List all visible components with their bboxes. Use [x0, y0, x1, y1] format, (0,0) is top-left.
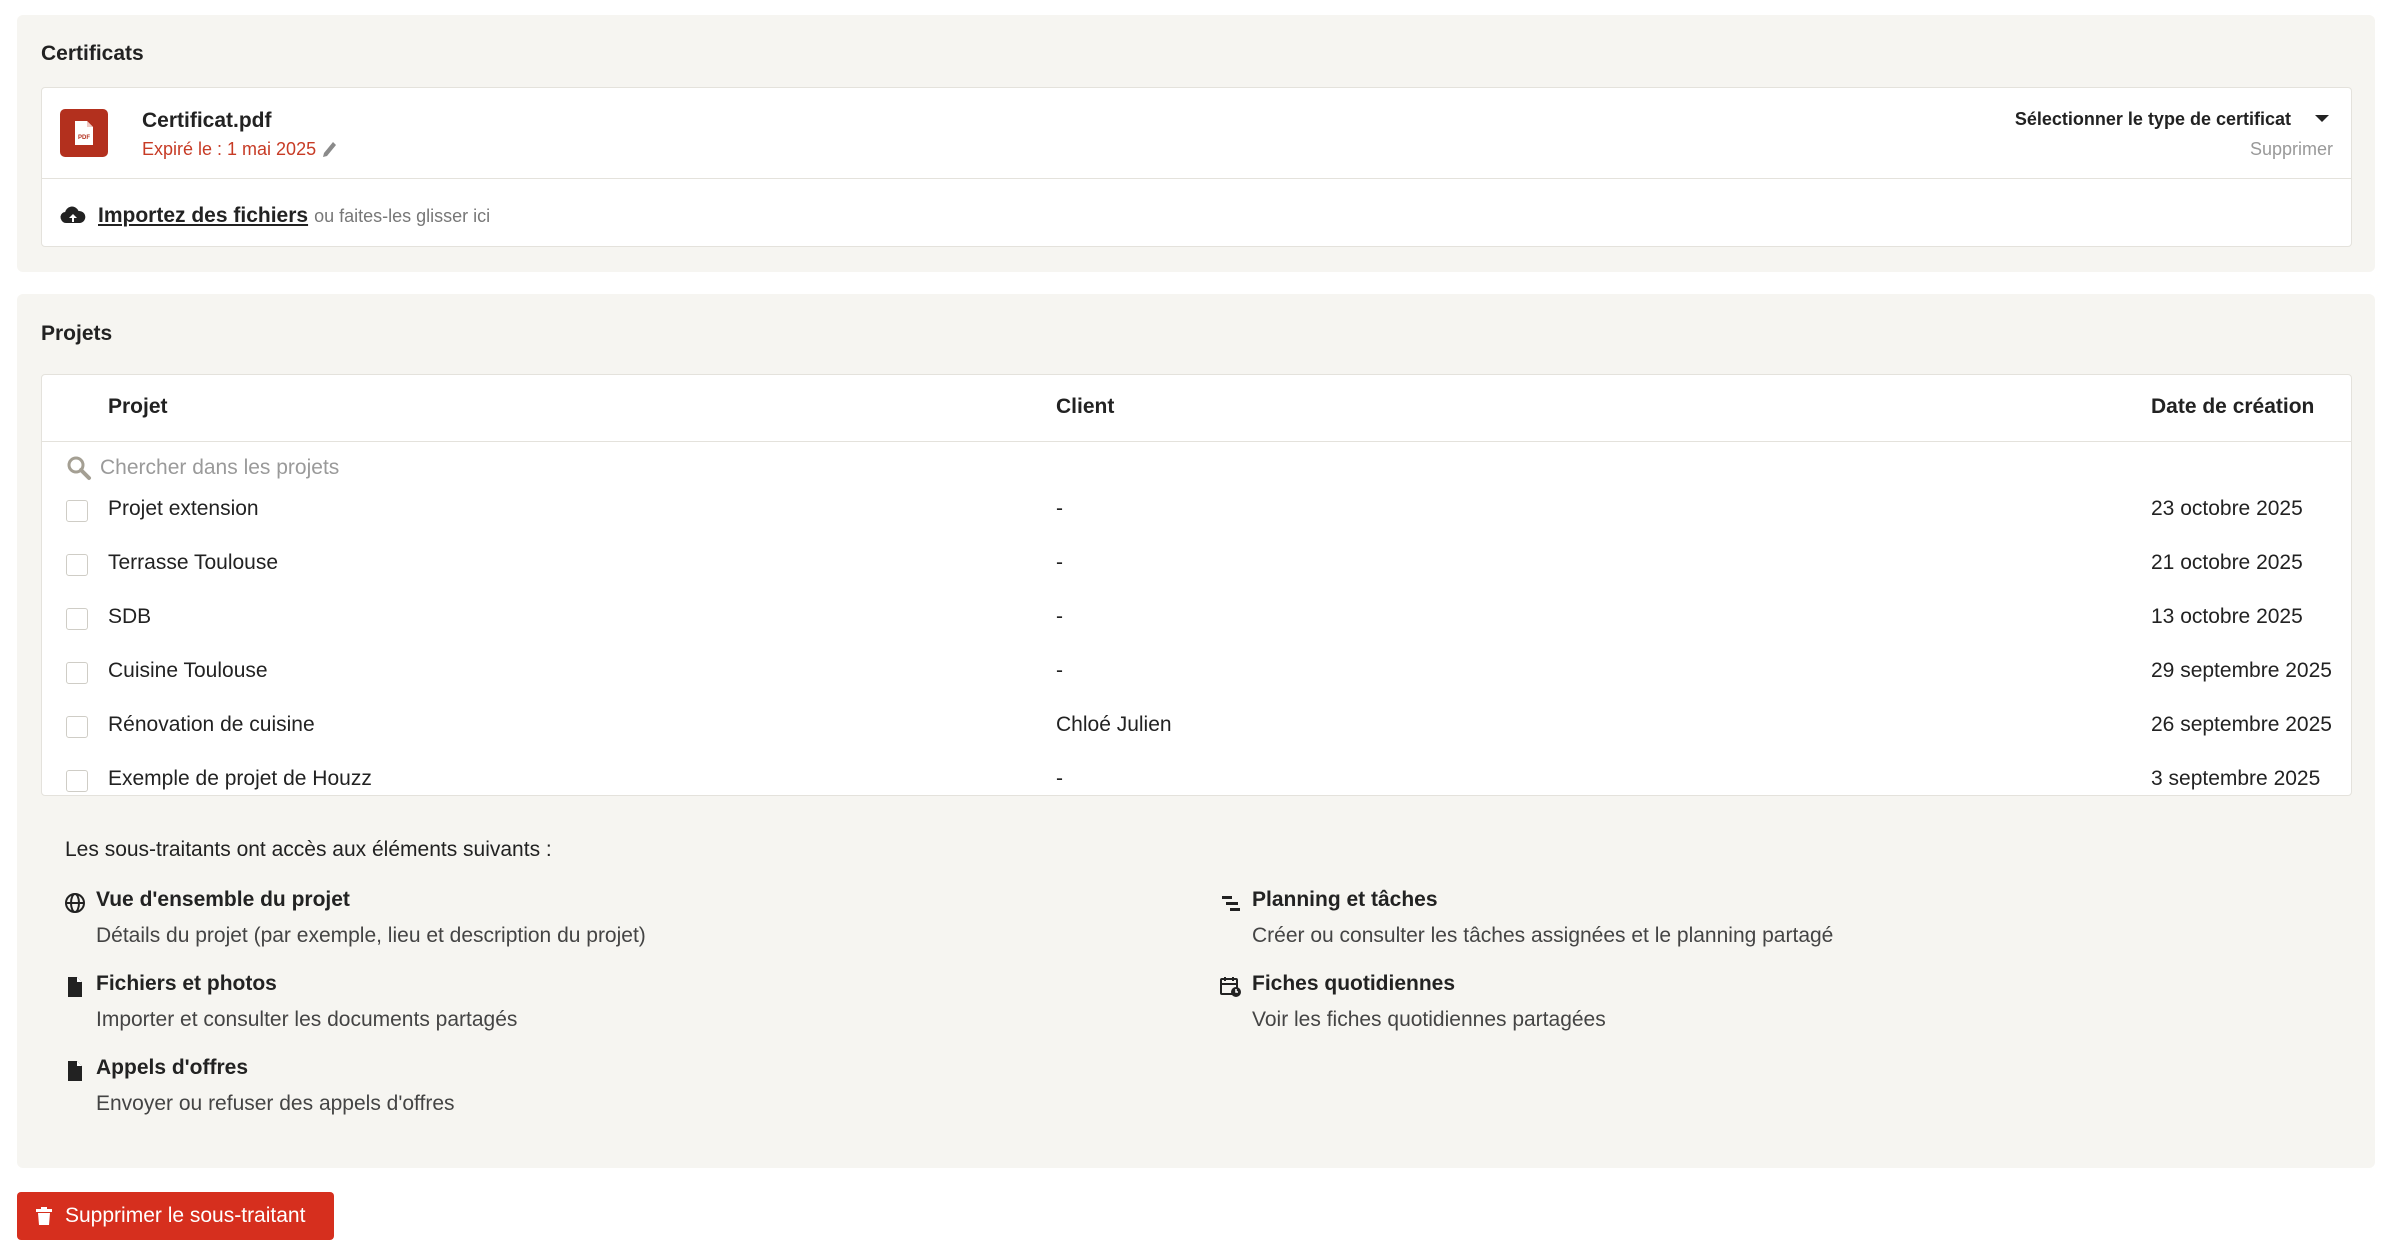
chevron-down-icon[interactable] — [2315, 115, 2329, 122]
import-files-link[interactable]: Importez des fichiers — [98, 204, 308, 228]
cell-client: - — [1056, 767, 1063, 790]
cell-client: - — [1056, 605, 1063, 628]
feature-desc: Envoyer ou refuser des appels d'offres — [96, 1092, 455, 1115]
projects-table: Projet Client Date de création Projet ex… — [41, 374, 2352, 796]
cell-client: - — [1056, 497, 1063, 520]
header-divider — [42, 441, 2351, 442]
access-intro: Les sous-traitants ont accès aux élément… — [65, 838, 552, 861]
cell-date: 3 septembre 2025 — [2151, 767, 2321, 790]
feature-title: Fichiers et photos — [96, 972, 277, 995]
table-row[interactable]: Rénovation de cuisine Chloé Julien 26 se… — [42, 707, 2351, 747]
cell-client: Chloé Julien — [1056, 713, 1172, 736]
certificate-row: PDF Certificat.pdf Expiré le : 1 mai 202… — [42, 88, 2351, 179]
projects-panel: Projets Projet Client Date de création P… — [17, 294, 2375, 1168]
pdf-file-icon[interactable]: PDF — [60, 109, 108, 157]
cell-project[interactable]: Projet extension — [108, 497, 259, 521]
row-checkbox[interactable] — [66, 716, 88, 738]
feature-title: Appels d'offres — [96, 1056, 249, 1079]
feature-title: Fiches quotidiennes — [1252, 972, 1456, 995]
pencil-icon[interactable] — [320, 140, 338, 160]
feature-title: Planning et tâches — [1252, 888, 1438, 911]
calendar-icon — [1220, 977, 1241, 997]
search-icon — [67, 456, 91, 480]
table-row[interactable]: Exemple de projet de Houzz - 3 septembre… — [42, 761, 2351, 795]
file-icon — [68, 1061, 82, 1081]
cell-project[interactable]: Cuisine Toulouse — [108, 659, 268, 683]
certificates-panel: Certificats PDF Certificat.pdf Expiré le… — [17, 15, 2375, 272]
certificate-file-name[interactable]: Certificat.pdf — [142, 109, 272, 133]
row-checkbox[interactable] — [66, 500, 88, 522]
feature-desc: Détails du projet (par exemple, lieu et … — [96, 924, 646, 947]
cell-project[interactable]: Rénovation de cuisine — [108, 713, 315, 737]
cell-client: - — [1056, 551, 1063, 574]
column-header-client[interactable]: Client — [1056, 395, 1114, 419]
feature-desc: Importer et consulter les documents part… — [96, 1008, 518, 1031]
cell-date: 29 septembre 2025 — [2151, 659, 2332, 682]
certificate-delete-link[interactable]: Supprimer — [2250, 139, 2333, 160]
table-row[interactable]: Terrasse Toulouse - 21 octobre 2025 — [42, 545, 2351, 585]
trash-icon — [36, 1207, 52, 1225]
table-row[interactable]: SDB - 13 octobre 2025 — [42, 599, 2351, 639]
column-header-project[interactable]: Projet — [108, 395, 168, 419]
cell-project[interactable]: SDB — [108, 605, 151, 629]
globe-icon — [65, 893, 85, 913]
cell-project[interactable]: Terrasse Toulouse — [108, 551, 278, 575]
search-input[interactable] — [100, 456, 700, 480]
project-search[interactable] — [66, 455, 700, 481]
cell-date: 13 octobre 2025 — [2151, 605, 2303, 628]
table-row[interactable]: Cuisine Toulouse - 29 septembre 2025 — [42, 653, 2351, 693]
certificates-title: Certificats — [41, 42, 144, 65]
cell-date: 26 septembre 2025 — [2151, 713, 2332, 736]
cloud-upload-icon — [60, 206, 86, 223]
feature-desc: Voir les fiches quotidiennes partagées — [1252, 1008, 1606, 1031]
certificate-card: PDF Certificat.pdf Expiré le : 1 mai 202… — [41, 87, 2352, 247]
delete-subcontractor-label: Supprimer le sous-traitant — [65, 1204, 306, 1227]
row-checkbox[interactable] — [66, 770, 88, 792]
feature-title: Vue d'ensemble du projet — [96, 888, 350, 911]
delete-subcontractor-button[interactable]: Supprimer le sous-traitant — [17, 1192, 334, 1240]
certificate-expiry: Expiré le : 1 mai 2025 — [142, 139, 317, 159]
pdf-badge-label: PDF — [78, 135, 90, 141]
feature-desc: Créer ou consulter les tâches assignées … — [1252, 924, 1834, 947]
cell-date: 23 octobre 2025 — [2151, 497, 2303, 520]
row-checkbox[interactable] — [66, 662, 88, 684]
file-icon — [68, 977, 82, 997]
cell-client: - — [1056, 659, 1063, 682]
cell-project[interactable]: Exemple de projet de Houzz — [108, 767, 372, 791]
certificate-type-select[interactable]: Sélectionner le type de certificat — [2015, 109, 2291, 130]
table-row[interactable]: Projet extension - 23 octobre 2025 — [42, 491, 2351, 531]
projects-title: Projets — [41, 322, 113, 345]
gantt-icon — [1222, 896, 1240, 911]
row-checkbox[interactable] — [66, 608, 88, 630]
upload-dropzone[interactable]: Importez des fichiers ou faites-les glis… — [60, 201, 490, 231]
column-header-date[interactable]: Date de création — [2151, 395, 2314, 419]
cell-date: 21 octobre 2025 — [2151, 551, 2303, 574]
row-checkbox[interactable] — [66, 554, 88, 576]
upload-hint: ou faites-les glisser ici — [314, 205, 491, 226]
